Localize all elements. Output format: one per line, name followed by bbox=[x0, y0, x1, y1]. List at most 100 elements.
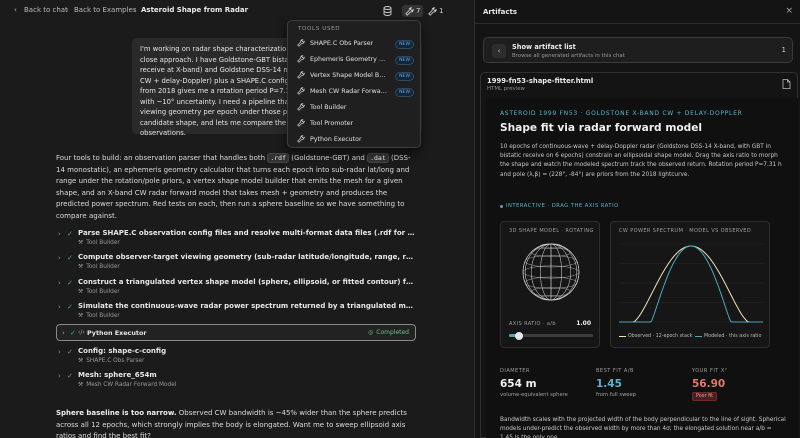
check-icon: ✓ bbox=[67, 279, 73, 287]
chevron-right-icon[interactable]: › bbox=[58, 372, 61, 380]
stat-diameter: DIAMETER 654 m volume-equivalent sphere bbox=[500, 368, 590, 398]
wrench-icon bbox=[297, 103, 305, 111]
shape-model-panel: 3D SHAPE MODEL · ROTATING AXIS RATIO · a… bbox=[500, 221, 600, 348]
wrench-icon bbox=[297, 39, 305, 47]
tool-menu-item[interactable]: Vertex Shape Model Builder NEW bbox=[288, 68, 422, 84]
stat-key: DIAMETER bbox=[500, 368, 530, 374]
tool-menu-item[interactable]: Tool Promoter bbox=[288, 116, 422, 132]
stat-your-fit: YOUR FIT X² 56.90 Poor fit bbox=[692, 368, 782, 401]
new-badge: NEW bbox=[395, 40, 414, 49]
tool-menu-item[interactable]: Tool Builder bbox=[288, 100, 422, 116]
artifact-type: HTML preview bbox=[487, 86, 525, 92]
back-arrow-icon[interactable]: ‹ bbox=[14, 6, 17, 14]
chevron-right-icon[interactable]: › bbox=[58, 230, 61, 238]
step-title: Compute observer-target viewing geometry… bbox=[78, 253, 416, 261]
close-icon[interactable]: × bbox=[785, 6, 793, 16]
preview-footnote: Bandwidth scales with the projected widt… bbox=[500, 417, 786, 438]
chevron-right-icon[interactable]: › bbox=[62, 329, 65, 337]
page-title: Asteroid Shape from Radar bbox=[141, 6, 249, 14]
step-title: Simulate the continuous-wave radar power… bbox=[78, 302, 416, 310]
step-tool: SHAPE.C Obs Parser bbox=[86, 358, 145, 364]
show-artifact-list-button[interactable]: ‹ Show artifact list Browse all generate… bbox=[483, 37, 793, 63]
sphere-longitude-line bbox=[524, 243, 578, 301]
check-icon: ✓ bbox=[67, 230, 73, 238]
step-tool: Tool Builder bbox=[86, 264, 120, 270]
tool-menu-item[interactable]: Mesh CW Radar Forward Model NEW bbox=[288, 84, 422, 100]
step-subtitle: ⚒ SHAPE.C Obs Parser bbox=[78, 358, 144, 364]
document-icon[interactable] bbox=[782, 79, 791, 89]
wrench-icon bbox=[297, 71, 305, 79]
tool-name: Ephemeris Geometry Calculator bbox=[310, 56, 388, 63]
stat-desc: volume-equivalent sphere bbox=[500, 392, 568, 398]
chevron-right-icon[interactable]: › bbox=[58, 303, 61, 311]
wrench-icon: ⚒ bbox=[78, 382, 84, 388]
observed-spectrum-line bbox=[619, 245, 763, 323]
chevron-right-icon[interactable]: › bbox=[58, 254, 61, 262]
top-bar: ‹ Back to chat › Back to Examples › Aste… bbox=[0, 0, 474, 22]
slider-thumb[interactable] bbox=[515, 331, 523, 340]
code-chip-rdf: .rdf bbox=[267, 153, 289, 163]
step-tool: Tool Builder bbox=[86, 289, 120, 295]
breadcrumb-separator: › bbox=[133, 6, 136, 14]
step-subtitle: ⚒ Mesh CW Radar Forward Model bbox=[78, 382, 176, 388]
plugins-button[interactable]: 1 bbox=[428, 5, 443, 17]
check-icon: ✓ bbox=[67, 348, 73, 356]
sphere-longitude-line bbox=[524, 243, 578, 301]
sphere-longitude-line bbox=[540, 243, 562, 301]
tools-used-button[interactable]: 7 bbox=[402, 5, 424, 17]
sphere-longitude-line bbox=[550, 243, 552, 301]
stat-value: 56.90 bbox=[692, 378, 726, 390]
chevron-right-icon[interactable]: › bbox=[58, 279, 61, 287]
tool-menu-item[interactable]: Python Executor bbox=[288, 132, 422, 148]
check-icon: ✓ bbox=[67, 372, 73, 380]
step-item[interactable]: › ✓ Construct a triangulated vertex shap… bbox=[56, 278, 416, 300]
tool-name: Tool Promoter bbox=[310, 120, 354, 127]
tool-name: Tool Builder bbox=[310, 104, 347, 111]
wrench-icon bbox=[297, 55, 305, 63]
back-to-examples-link[interactable]: Back to Examples bbox=[74, 6, 137, 14]
artifact-filename: 1999-fn53-shape-fitter.html bbox=[487, 77, 594, 85]
axis-ratio-slider[interactable] bbox=[509, 331, 593, 340]
sphere-latitude-line bbox=[524, 255, 578, 268]
tools-menu-header: TOOLS USED bbox=[298, 26, 341, 32]
step-item[interactable]: › ✓ Compute observer-target viewing geom… bbox=[56, 253, 416, 275]
artifact-count: 1 bbox=[781, 46, 786, 54]
legend-observed-label: Observed · 12-epoch stack bbox=[628, 334, 693, 339]
tools-count: 7 bbox=[416, 7, 421, 15]
poor-fit-badge: Poor fit bbox=[692, 392, 717, 401]
tool-menu-item[interactable]: SHAPE.C Obs Parser NEW bbox=[288, 36, 422, 52]
database-button[interactable] bbox=[383, 5, 392, 17]
python-executor-row[interactable]: › ✓ ‹/› Python Executor ◎ Completed bbox=[56, 324, 416, 341]
tool-name: SHAPE.C Obs Parser bbox=[310, 40, 374, 47]
tool-menu-item[interactable]: Ephemeris Geometry Calculator NEW bbox=[288, 52, 422, 68]
status-badge: ◎ Completed bbox=[368, 329, 409, 336]
step-item[interactable]: › ✓ Simulate the continuous-wave radar p… bbox=[56, 302, 416, 324]
step-item[interactable]: › ✓ Config: shape-c-config ⚒ SHAPE.C Obs … bbox=[56, 347, 416, 369]
assistant-paragraph: Four tools to build: an observation pars… bbox=[56, 153, 416, 223]
interactive-label: INTERACTIVE · DRAG THE AXIS RATIO bbox=[500, 203, 619, 209]
step-tool: Tool Builder bbox=[86, 240, 120, 246]
step-subtitle: ⚒ Tool Builder bbox=[78, 313, 120, 319]
axis-ratio-value: 1.00 bbox=[576, 320, 591, 327]
preview-description: 10 epochs of continuous-wave + delay-Dop… bbox=[500, 144, 782, 178]
step-item[interactable]: › ✓ Parse SHAPE.C observation config fil… bbox=[56, 229, 416, 251]
check-icon: ✓ bbox=[67, 303, 73, 311]
tool-name: Mesh CW Radar Forward Model bbox=[310, 88, 388, 95]
sphere-longitude-line bbox=[530, 243, 572, 301]
wrench-icon: ⚒ bbox=[78, 289, 84, 295]
assistant-conclusion: Sphere baseline is too narrow. Observed … bbox=[56, 408, 416, 438]
step-item[interactable]: › ✓ Mesh: sphere_654m ⚒ Mesh CW Radar For… bbox=[56, 371, 416, 393]
step-subtitle: ⚒ Tool Builder bbox=[78, 289, 120, 295]
sphere-longitude-line bbox=[530, 243, 572, 301]
status-text: Completed bbox=[376, 329, 409, 336]
stat-value: 1.45 bbox=[596, 378, 622, 390]
legend-swatch-observed bbox=[619, 335, 626, 338]
wrench-icon: ⚒ bbox=[78, 358, 84, 364]
new-badge: NEW bbox=[395, 88, 414, 97]
wrench-icon bbox=[297, 135, 305, 143]
stat-key: BEST FIT A/B bbox=[596, 368, 634, 374]
chevron-right-icon[interactable]: › bbox=[58, 348, 61, 356]
back-to-chat-link[interactable]: Back to chat bbox=[24, 6, 68, 14]
wrench-icon bbox=[297, 119, 305, 127]
plugin-icon bbox=[428, 6, 437, 16]
